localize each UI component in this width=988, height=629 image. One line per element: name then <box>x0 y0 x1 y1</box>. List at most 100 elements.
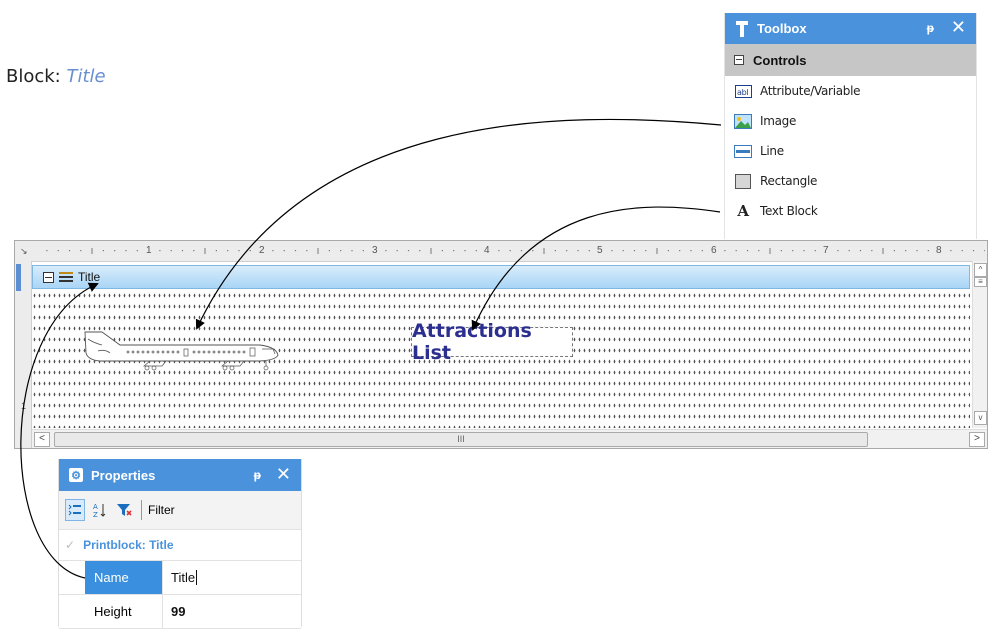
section-title: Title <box>78 270 101 284</box>
ruler-tick <box>68 250 71 252</box>
toolbox-item-image[interactable]: Image <box>725 106 976 136</box>
ruler-tick <box>882 248 884 254</box>
property-key: Height <box>85 595 163 628</box>
toolbox-title: Toolbox <box>757 21 807 36</box>
toolbox-item-rectangle[interactable]: Rectangle <box>725 166 976 196</box>
ruler-tick <box>656 248 658 254</box>
vertical-scrollbar[interactable]: ^ ≡ v <box>972 261 987 428</box>
property-value[interactable]: 99 <box>163 595 301 628</box>
ruler-number: 4 <box>484 245 490 256</box>
ruler-tick <box>249 250 251 252</box>
toolbox-item-text-block[interactable]: A Text Block <box>725 196 976 226</box>
properties-panel: ⚙ Properties ᵽ ✕ AZ Filter ✓ Printblock:… <box>58 459 302 629</box>
scroll-left-icon[interactable]: < <box>34 432 50 447</box>
scroll-thumb[interactable]: III <box>54 432 868 447</box>
pin-icon[interactable]: ᵽ <box>927 21 934 35</box>
ruler-tick <box>215 250 217 252</box>
vertical-ruler: 1 <box>15 261 32 448</box>
ruler-tick <box>611 250 613 252</box>
ruler-tick <box>769 248 771 254</box>
toolbox-category-label: Controls <box>753 52 807 68</box>
ruler-tick <box>633 250 636 252</box>
ruler-tick <box>362 250 364 252</box>
ruler-number: 7 <box>823 245 829 256</box>
ruler-tick <box>328 250 330 252</box>
svg-text:A: A <box>93 503 98 511</box>
ruler-tick <box>588 250 590 252</box>
ruler-tick <box>283 250 285 252</box>
scroll-right-icon[interactable]: > <box>969 432 985 447</box>
ruler-tick <box>498 250 500 252</box>
ruler-tick <box>916 250 918 252</box>
heading-prefix: Block: <box>6 66 67 87</box>
ruler-tick <box>46 250 48 252</box>
property-value: Title <box>171 570 196 585</box>
collapse-icon[interactable] <box>43 271 54 283</box>
scroll-up-icon[interactable]: ^ <box>974 263 987 277</box>
filter-label[interactable]: Filter <box>148 503 175 517</box>
ruler-tick <box>871 250 873 252</box>
property-row-height[interactable]: Height 99 <box>59 595 301 629</box>
attribute-variable-icon: abl <box>734 83 752 99</box>
collapse-icon[interactable] <box>734 55 744 65</box>
ruler-tick <box>340 250 342 252</box>
text-block-attractions-list[interactable]: Attractions List <box>411 320 573 364</box>
ruler-tick <box>317 248 319 254</box>
toolbox-panel: Toolbox ᵽ ✕ Controls abl Attribute/Varia… <box>724 13 977 239</box>
categorized-view-icon[interactable] <box>65 499 85 521</box>
ruler-tick <box>294 250 297 252</box>
toolbox-item-label: Text Block <box>760 204 818 218</box>
ruler-tick <box>746 250 749 252</box>
toolbox-item-line[interactable]: Line <box>725 136 976 166</box>
horizontal-scrollbar[interactable]: < III > <box>32 429 987 448</box>
ruler-number: 2 <box>259 245 265 256</box>
ruler-tick <box>803 250 805 252</box>
ruler-tick <box>509 250 511 252</box>
property-row-name[interactable]: Name Title <box>59 561 301 595</box>
ruler-number: 1 <box>21 401 27 411</box>
printblock-icon <box>59 272 73 282</box>
ruler-tick <box>859 250 862 252</box>
ruler-tick <box>441 250 443 252</box>
close-icon[interactable]: ✕ <box>276 464 291 485</box>
ruler-tick <box>464 250 466 252</box>
ruler-tick <box>238 250 240 252</box>
properties-category[interactable]: ✓ Printblock: Title <box>59 530 301 561</box>
toolbox-icon <box>736 20 748 37</box>
ruler-tick <box>577 250 579 252</box>
ruler-tick <box>893 250 895 252</box>
toolbox-item-attribute-variable[interactable]: abl Attribute/Variable <box>725 76 976 106</box>
text-caret <box>196 570 198 585</box>
ruler-number: 8 <box>936 245 942 256</box>
chevron-down-icon[interactable]: ✓ <box>65 538 75 552</box>
svg-text:abl: abl <box>737 88 748 97</box>
ruler-tick <box>554 250 556 252</box>
ruler-tick <box>792 250 794 252</box>
scroll-grip-icon[interactable]: ≡ <box>974 277 987 287</box>
rectangle-icon <box>734 173 752 189</box>
ruler-tick <box>170 250 172 252</box>
toolbox-category-controls[interactable]: Controls <box>725 44 976 76</box>
ruler-tick <box>566 250 568 252</box>
sort-alphabetical-icon[interactable]: AZ <box>91 500 109 520</box>
properties-category-label: Printblock: Title <box>83 538 174 552</box>
ruler-tick <box>520 250 523 252</box>
ruler-tick <box>690 250 692 252</box>
ruler-tick <box>430 248 432 254</box>
ruler-tick <box>667 250 669 252</box>
ruler-tick <box>848 250 850 252</box>
section-bar-title[interactable]: Title <box>32 265 970 289</box>
ruler-number: 3 <box>372 245 378 256</box>
airplane-image[interactable] <box>80 329 280 373</box>
filter-icon[interactable] <box>115 500 133 520</box>
pin-icon[interactable]: ᵽ <box>254 468 261 482</box>
scroll-down-icon[interactable]: v <box>974 411 987 425</box>
ruler-tick <box>645 250 647 252</box>
properties-title: Properties <box>91 467 156 483</box>
line-icon <box>734 143 752 159</box>
ruler-tick <box>837 250 839 252</box>
close-icon[interactable]: ✕ <box>951 17 966 38</box>
property-value-input[interactable]: Title <box>163 561 301 594</box>
properties-header: ⚙ Properties ᵽ ✕ <box>59 459 301 491</box>
ruler-tick <box>679 250 681 252</box>
